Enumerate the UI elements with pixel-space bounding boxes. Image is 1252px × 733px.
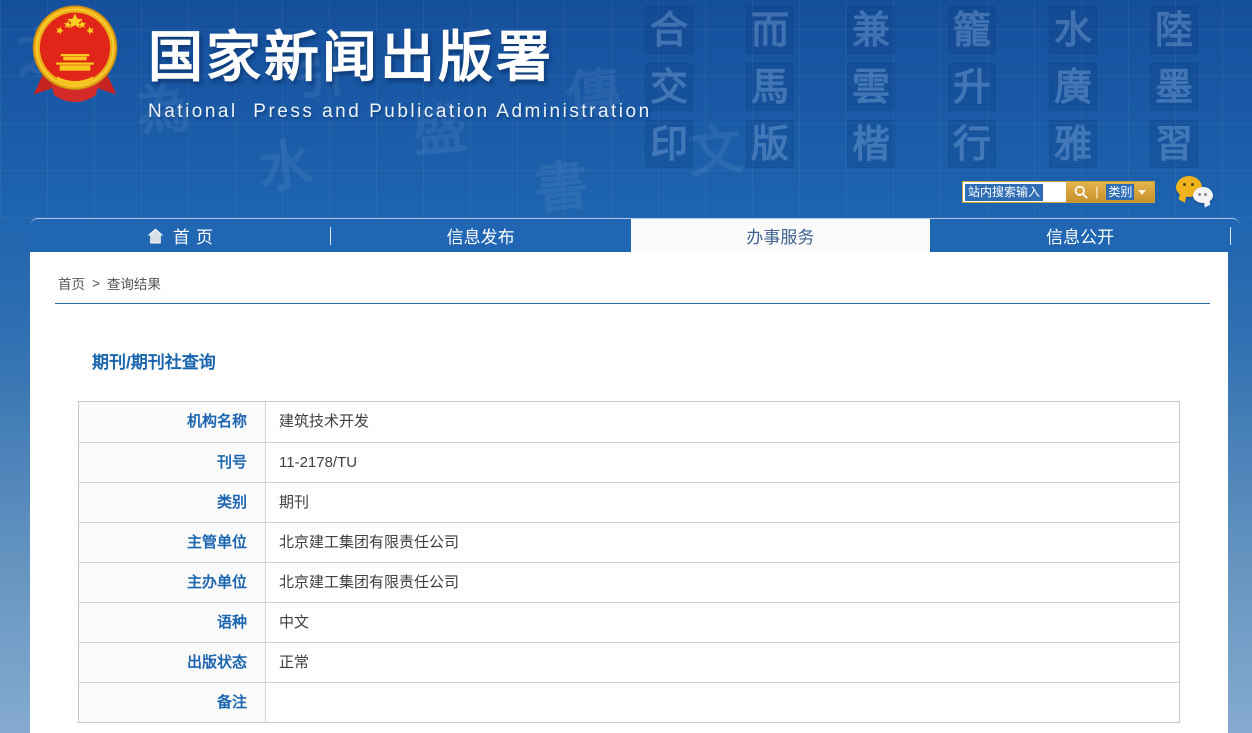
breadcrumb: 首页 > 查询结果 (58, 273, 1228, 293)
table-row: 语种 中文 (79, 602, 1179, 642)
nav-tab-services[interactable]: 办事服务 (630, 219, 931, 252)
texture-char: 水 (1049, 6, 1097, 54)
row-label: 备注 (79, 683, 266, 722)
texture-char: 籠 (948, 6, 996, 54)
row-value (266, 683, 1179, 722)
search-button[interactable] (1074, 185, 1088, 199)
nav-tab-home[interactable]: 首页 (30, 219, 330, 252)
magnifier-icon (1074, 185, 1088, 199)
table-row: 主办单位 北京建工集团有限责任公司 (79, 562, 1179, 602)
table-row: 类别 期刊 (79, 482, 1179, 522)
row-value: 北京建工集团有限责任公司 (279, 574, 460, 591)
texture-char: 兼 (847, 6, 895, 54)
page: 之為水引盛書傳文合而兼籠水陸交馬雲升廣墨印版楷行雅習 (0, 0, 1252, 733)
site-title-block: 国家新闻出版署 National Press and Publication A… (148, 12, 652, 123)
texture-char: 行 (948, 120, 996, 168)
site-header: 之為水引盛書傳文合而兼籠水陸交馬雲升廣墨印版楷行雅習 (0, 0, 1252, 218)
row-value: 中文 (279, 614, 310, 631)
row-label: 类别 (79, 483, 266, 522)
row-label: 主办单位 (79, 563, 266, 602)
content-panel: 首页 > 查询结果 期刊/期刊社查询 机构名称 建筑技术开发 刊号 11-217… (30, 252, 1228, 733)
main-navigation: 首页 信息发布 办事服务 信息公开 (30, 218, 1240, 252)
table-row: 出版状态 正常 (79, 642, 1179, 682)
search-category-label: 类别 (1106, 184, 1135, 200)
breadcrumb-separator: > (92, 275, 100, 291)
texture-char: 雲 (847, 63, 895, 111)
texture-char: 習 (1150, 120, 1198, 168)
row-value: 期刊 (279, 494, 310, 511)
texture-char: 陸 (1150, 6, 1198, 54)
row-label: 机构名称 (79, 402, 266, 442)
texture-char: 而 (746, 6, 794, 54)
breadcrumb-divider (55, 303, 1210, 304)
table-row: 机构名称 建筑技术开发 (79, 402, 1179, 442)
table-row: 备注 (79, 682, 1179, 722)
site-title: 国家新闻出版署 (148, 26, 555, 88)
chevron-down-icon (1138, 189, 1147, 195)
site-subtitle: National Press and Publication Administr… (148, 101, 652, 122)
search-controls: | 类别 (1066, 182, 1154, 202)
site-search: 站内搜索输入 | 类别 (962, 181, 1155, 203)
texture-char: 雅 (1049, 120, 1097, 168)
site-logo[interactable] (30, 2, 120, 106)
wechat-bubble-small (1193, 187, 1213, 203)
nav-tab-label: 信息公开 (1046, 228, 1115, 247)
breadcrumb-home[interactable]: 首页 (58, 273, 85, 293)
texture-char: 版 (746, 120, 794, 168)
breadcrumb-current: 查询结果 (106, 277, 161, 292)
home-icon (147, 228, 164, 243)
texture-char: 書 (531, 155, 592, 218)
texture-char: 水 (255, 134, 316, 200)
row-label: 出版状态 (79, 643, 266, 682)
texture-char: 文 (685, 119, 746, 185)
result-table: 机构名称 建筑技术开发 刊号 11-2178/TU 类别 期刊 主管单位 北京建… (78, 401, 1180, 723)
row-value: 北京建工集团有限责任公司 (279, 534, 460, 551)
wechat-icon[interactable] (1176, 176, 1218, 212)
texture-char: 楷 (847, 120, 895, 168)
texture-char: 升 (948, 63, 996, 111)
search-input[interactable]: 站内搜索输入 (963, 182, 1066, 202)
texture-char: 印 (645, 120, 693, 168)
nav-right-cap (1230, 219, 1240, 252)
search-category-dropdown[interactable]: 类别 (1106, 184, 1147, 200)
nav-tab-label: 办事服务 (746, 228, 815, 247)
nav-tab-label: 首页 (172, 228, 219, 247)
national-emblem-icon (32, 5, 118, 103)
row-label: 语种 (79, 603, 266, 642)
nav-tab-label: 信息发布 (446, 228, 515, 247)
texture-char: 廣 (1049, 63, 1097, 111)
texture-char: 墨 (1150, 63, 1198, 111)
row-value: 正常 (279, 654, 310, 671)
search-divider: | (1095, 184, 1099, 199)
row-label: 刊号 (79, 443, 266, 482)
texture-char: 合 (645, 6, 693, 54)
nav-tab-information-disclosure[interactable]: 信息公开 (930, 219, 1230, 252)
row-label: 主管单位 (79, 523, 266, 562)
texture-char: 交 (645, 63, 693, 111)
nav-divider (1230, 226, 1231, 245)
page-title: 期刊/期刊社查询 (92, 353, 216, 372)
nav-tab-information-release[interactable]: 信息发布 (331, 219, 631, 252)
texture-char: 馬 (746, 63, 794, 111)
row-value: 11-2178/TU (279, 454, 358, 471)
table-row: 主管单位 北京建工集团有限责任公司 (79, 522, 1179, 562)
search-input-text: 站内搜索输入 (965, 183, 1044, 201)
row-value: 建筑技术开发 (279, 413, 370, 430)
table-row: 刊号 11-2178/TU (79, 442, 1179, 482)
